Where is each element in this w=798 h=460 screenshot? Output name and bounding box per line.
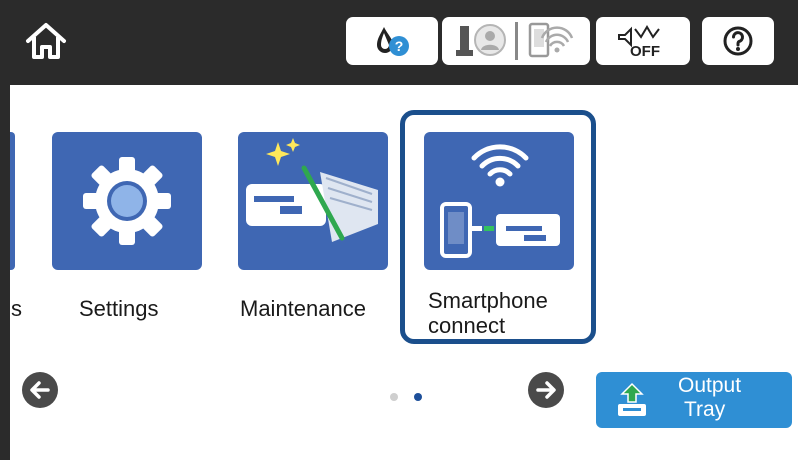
home-button[interactable]: [10, 8, 82, 74]
printer-maintenance-icon: [246, 138, 378, 242]
arrow-right-icon: [536, 381, 556, 399]
left-edge-bar: [0, 85, 10, 460]
ink-status-button[interactable]: ?: [346, 17, 438, 65]
gear-icon: [83, 157, 171, 245]
home-icon: [26, 23, 66, 59]
arrow-left-icon: [30, 381, 50, 399]
output-tray-button[interactable]: Output Tray: [596, 372, 792, 428]
ink-status-icon: ?: [377, 27, 409, 56]
network-status-button[interactable]: [442, 17, 590, 65]
page-indicator-2: [414, 393, 422, 401]
network-status-icon: [456, 22, 574, 60]
output-tray-label-line1: Output: [678, 374, 742, 397]
menu-label-settings: Settings: [79, 296, 159, 321]
menu-tile-maintenance[interactable]: [238, 132, 388, 270]
menu-tile-partial[interactable]: [10, 132, 15, 270]
menu-label-maintenance: Maintenance: [240, 296, 366, 321]
menu-label-partial: s: [11, 296, 22, 321]
selection-highlight: [400, 110, 596, 344]
sound-status-button[interactable]: OFF: [596, 17, 690, 65]
menu-tile-settings[interactable]: [52, 132, 202, 270]
page-indicator-1: [390, 393, 398, 401]
help-button[interactable]: [702, 17, 774, 65]
svg-text:?: ?: [395, 38, 404, 54]
next-page-button[interactable]: [528, 372, 564, 408]
output-tray-label-line2: Tray: [684, 398, 726, 421]
status-bar: ? OFF: [0, 0, 798, 85]
sound-off-icon: OFF: [618, 25, 660, 59]
previous-page-button[interactable]: [22, 372, 58, 408]
help-icon: [723, 26, 753, 56]
svg-text:OFF: OFF: [630, 43, 660, 59]
output-tray-icon: [618, 382, 646, 416]
